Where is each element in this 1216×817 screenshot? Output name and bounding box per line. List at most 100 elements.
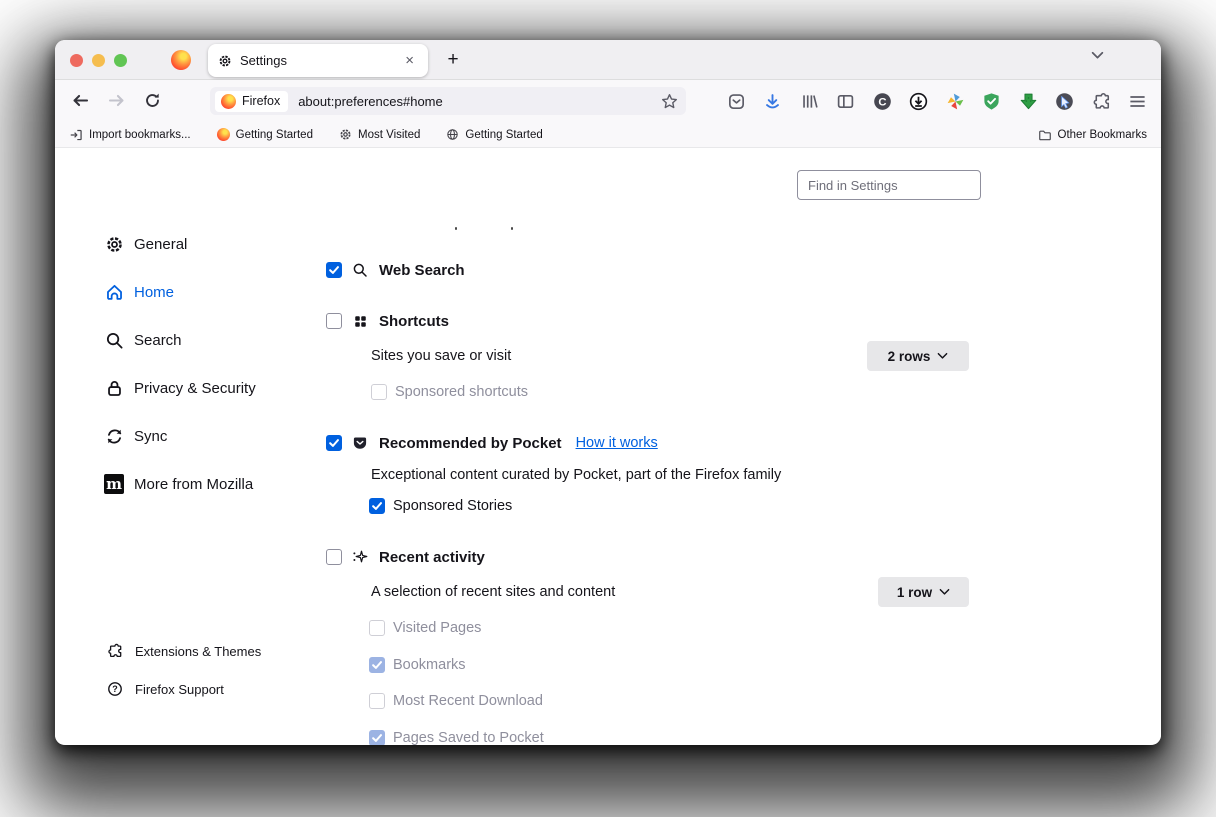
shortcuts-row: Shortcuts	[326, 306, 449, 336]
library-icon	[800, 92, 819, 111]
cursor-circle-icon	[1055, 92, 1074, 111]
reload-button[interactable]	[143, 91, 162, 110]
hamburger-icon	[1128, 92, 1147, 111]
extension-green-arrow-button[interactable]	[1017, 90, 1039, 112]
tab-close-icon[interactable]: ×	[401, 51, 418, 70]
url-text[interactable]: about:preferences#home	[298, 94, 661, 109]
bookmark-getting-started-1[interactable]: Getting Started	[217, 128, 313, 141]
sidebar-item-extensions-themes[interactable]: Extensions & Themes	[100, 632, 330, 670]
back-button[interactable]	[71, 91, 90, 110]
extension-pinwheel-button[interactable]	[944, 90, 966, 112]
firefox-logo-icon	[221, 94, 236, 109]
lock-icon	[104, 378, 124, 398]
circled-download-icon	[909, 92, 928, 111]
reload-icon	[143, 91, 162, 110]
sidebar-toggle-button[interactable]	[835, 90, 857, 112]
recent-activity-checkbox[interactable]	[326, 549, 342, 565]
tab-bar: Settings × +	[55, 40, 1161, 80]
sidebar-item-home[interactable]: Home	[100, 268, 330, 316]
search-icon	[352, 262, 368, 278]
forward-button[interactable]	[107, 91, 126, 110]
sidebar-item-sync[interactable]: Sync	[100, 412, 330, 460]
bookmark-label: Most Visited	[358, 129, 420, 141]
sidebar-item-search[interactable]: Search	[100, 316, 330, 364]
library-button[interactable]	[798, 90, 820, 112]
pocket-label: Recommended by Pocket	[379, 435, 562, 452]
most-recent-download-checkbox[interactable]	[369, 693, 385, 709]
pocket-how-it-works-link[interactable]: How it works	[576, 435, 658, 451]
sync-icon	[104, 426, 124, 446]
recent-rows-dropdown[interactable]: 1 row	[878, 577, 969, 607]
find-in-settings-input[interactable]	[797, 170, 981, 200]
chevron-down-icon	[1091, 51, 1104, 60]
shortcuts-grid-icon	[352, 313, 368, 329]
navigation-toolbar: Firefox about:preferences#home	[55, 80, 1161, 122]
back-arrow-icon	[71, 91, 90, 110]
globe-icon	[446, 128, 459, 141]
firefox-logo-icon	[217, 128, 230, 141]
sponsored-shortcuts-label: Sponsored shortcuts	[395, 384, 528, 400]
firefox-logo-icon	[171, 50, 191, 70]
other-bookmarks-button[interactable]: Other Bookmarks	[1038, 128, 1147, 142]
most-recent-download-label: Most Recent Download	[393, 693, 543, 709]
puzzle-icon	[107, 643, 123, 659]
identity-chip[interactable]: Firefox	[215, 91, 288, 112]
sidebar-item-more-from-mozilla[interactable]: m More from Mozilla	[100, 460, 330, 508]
pocket-checkbox[interactable]	[326, 435, 342, 451]
shortcuts-rows-dropdown[interactable]: 2 rows	[867, 341, 969, 371]
question-mark-icon	[107, 681, 123, 697]
folder-icon	[1038, 128, 1052, 142]
bookmark-most-visited[interactable]: Most Visited	[339, 128, 420, 141]
extension-circled-c-button[interactable]	[871, 90, 893, 112]
web-search-checkbox[interactable]	[326, 262, 342, 278]
extension-cursor-button[interactable]	[1054, 90, 1076, 112]
macos-minimize-button[interactable]	[92, 54, 105, 67]
circled-c-icon	[873, 92, 892, 111]
sponsored-stories-label: Sponsored Stories	[393, 498, 512, 514]
settings-sidebar: General Home Search Privacy & Security S…	[100, 220, 330, 508]
sidebar-item-firefox-support[interactable]: Firefox Support	[100, 670, 330, 708]
url-bar[interactable]: Firefox about:preferences#home	[210, 87, 686, 115]
pocket-button[interactable]	[725, 90, 747, 112]
search-icon	[104, 330, 124, 350]
app-menu-button[interactable]	[1127, 90, 1149, 112]
firefox-window: Settings × + Firefox about:preferences#h…	[55, 40, 1161, 745]
download-icon	[763, 92, 782, 111]
web-search-label: Web Search	[379, 262, 465, 279]
extension-shield-button[interactable]	[981, 90, 1003, 112]
list-all-tabs-button[interactable]	[1091, 51, 1104, 60]
extension-circled-download-button[interactable]	[908, 90, 930, 112]
sidebar-item-label: Home	[134, 284, 174, 301]
home-icon	[104, 282, 124, 302]
sidebar-item-general[interactable]: General	[100, 220, 330, 268]
sponsored-shortcuts-row: Sponsored shortcuts	[371, 380, 528, 404]
bookmarks-toolbar: Import bookmarks... Getting Started Most…	[55, 122, 1161, 148]
recent-description-row: A selection of recent sites and content …	[371, 577, 1161, 607]
bookmark-star-button[interactable]	[661, 93, 678, 110]
sidebar-item-privacy-security[interactable]: Privacy & Security	[100, 364, 330, 412]
downloads-button[interactable]	[762, 90, 784, 112]
tab-settings[interactable]: Settings ×	[208, 44, 428, 77]
new-tab-button[interactable]: +	[440, 47, 466, 73]
bookmark-label: Getting Started	[465, 129, 542, 141]
sponsored-shortcuts-checkbox[interactable]	[371, 384, 387, 400]
sidebar-icon	[836, 92, 855, 111]
recent-description: A selection of recent sites and content	[371, 584, 615, 600]
sponsored-stories-checkbox[interactable]	[369, 498, 385, 514]
web-search-row: Web Search	[326, 255, 465, 285]
recent-activity-label: Recent activity	[379, 549, 485, 566]
shortcuts-checkbox[interactable]	[326, 313, 342, 329]
bookmark-import[interactable]: Import bookmarks...	[69, 128, 191, 142]
extensions-button[interactable]	[1090, 90, 1112, 112]
other-bookmarks-label: Other Bookmarks	[1058, 129, 1147, 141]
settings-page: General Home Search Privacy & Security S…	[55, 148, 1161, 744]
bookmarks-checkbox[interactable]	[369, 657, 385, 673]
mozilla-m-icon: m	[104, 474, 124, 494]
pages-saved-to-pocket-checkbox[interactable]	[369, 730, 385, 745]
bookmark-getting-started-2[interactable]: Getting Started	[446, 128, 542, 141]
chevron-down-icon	[937, 352, 948, 360]
macos-close-button[interactable]	[70, 54, 83, 67]
macos-zoom-button[interactable]	[114, 54, 127, 67]
pinwheel-icon	[946, 92, 965, 111]
visited-pages-checkbox[interactable]	[369, 620, 385, 636]
